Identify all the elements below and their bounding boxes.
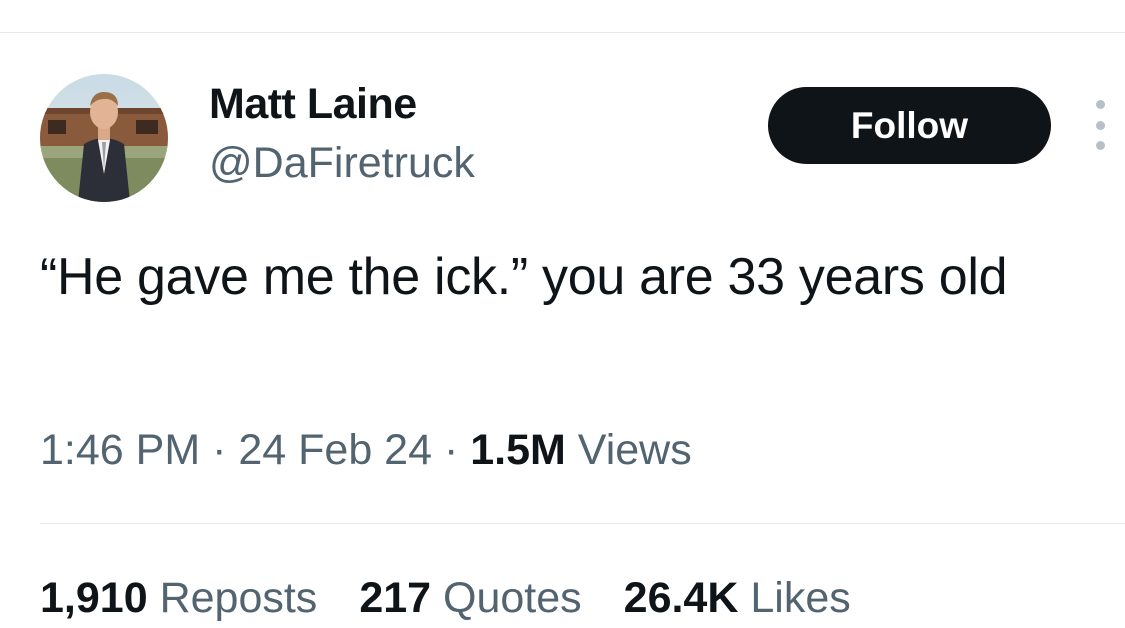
views-count: 1.5M [470,426,566,474]
more-vertical-icon-dot-2 [1095,120,1105,130]
top-divider [0,32,1125,33]
reposts-label: Reposts [159,574,318,622]
more-options-button[interactable] [1088,100,1112,150]
reposts-stat[interactable]: 1,910 Reposts [40,574,317,623]
likes-label: Likes [750,574,851,622]
tweet-time[interactable]: 1:46 PM [40,426,200,474]
quotes-label: Quotes [443,574,582,622]
likes-count: 26.4K [623,574,739,622]
meta-separator-1: · [200,426,239,474]
more-vertical-icon [1095,100,1105,109]
views-label: Views [577,426,692,474]
tweet-meta: 1:46 PM · 24 Feb 24 · 1.5M Views [40,426,692,475]
author-handle[interactable]: @DaFiretruck [209,139,475,188]
profile-photo-icon [40,74,168,202]
engagement-stats: 1,910 Reposts 217 Quotes 26.4K Likes [40,574,851,623]
likes-stat[interactable]: 26.4K Likes [624,574,851,623]
avatar[interactable] [40,74,168,202]
stats-divider [40,523,1125,524]
tweet-text: “He gave me the ick.” you are 33 years o… [40,248,1008,306]
author-display-name[interactable]: Matt Laine [209,80,417,129]
tweet-card: Matt Laine @DaFiretruck Follow “He gave … [0,0,1125,628]
quotes-count: 217 [359,574,432,622]
meta-separator-2: · [432,426,471,474]
follow-button[interactable]: Follow [768,87,1051,164]
quotes-stat[interactable]: 217 Quotes [359,574,581,623]
tweet-date[interactable]: 24 Feb 24 [238,426,432,474]
reposts-count: 1,910 [40,574,148,622]
more-vertical-icon-dot-3 [1095,141,1105,150]
